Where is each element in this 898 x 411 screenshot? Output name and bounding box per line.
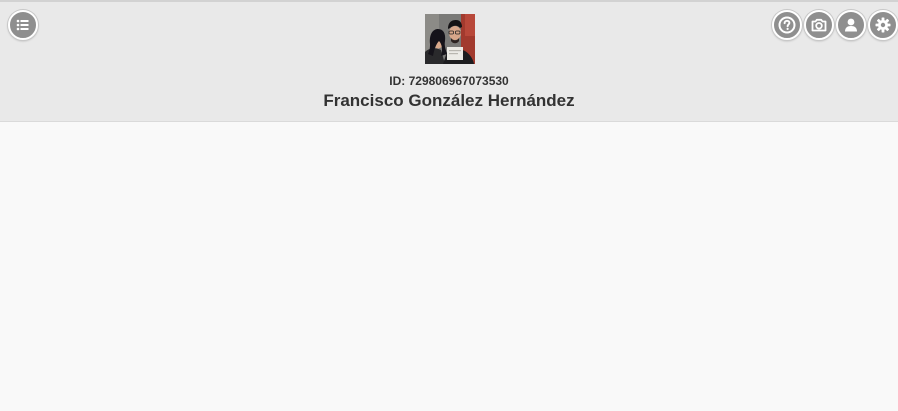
camera-icon xyxy=(811,18,827,32)
profile-button[interactable] xyxy=(836,10,866,40)
user-icon xyxy=(845,18,857,32)
gear-icon xyxy=(875,17,891,33)
help-button[interactable] xyxy=(772,10,802,40)
list-icon xyxy=(16,19,29,31)
question-icon xyxy=(778,16,796,34)
camera-button[interactable] xyxy=(804,10,834,40)
profile-id-label: ID: xyxy=(389,74,406,88)
content-area xyxy=(0,122,898,411)
profile-photo xyxy=(425,14,475,64)
app-page: ID: 729806967073530 Francisco González H… xyxy=(0,0,898,411)
profile-id: ID: 729806967073530 xyxy=(0,74,898,88)
profile-name: Francisco González Hernández xyxy=(323,91,575,110)
profile-id-value: 729806967073530 xyxy=(408,74,509,88)
settings-button[interactable] xyxy=(868,10,898,40)
menu-button[interactable] xyxy=(8,10,38,40)
profile-header: ID: 729806967073530 Francisco González H… xyxy=(0,0,898,122)
avatar xyxy=(425,14,475,64)
